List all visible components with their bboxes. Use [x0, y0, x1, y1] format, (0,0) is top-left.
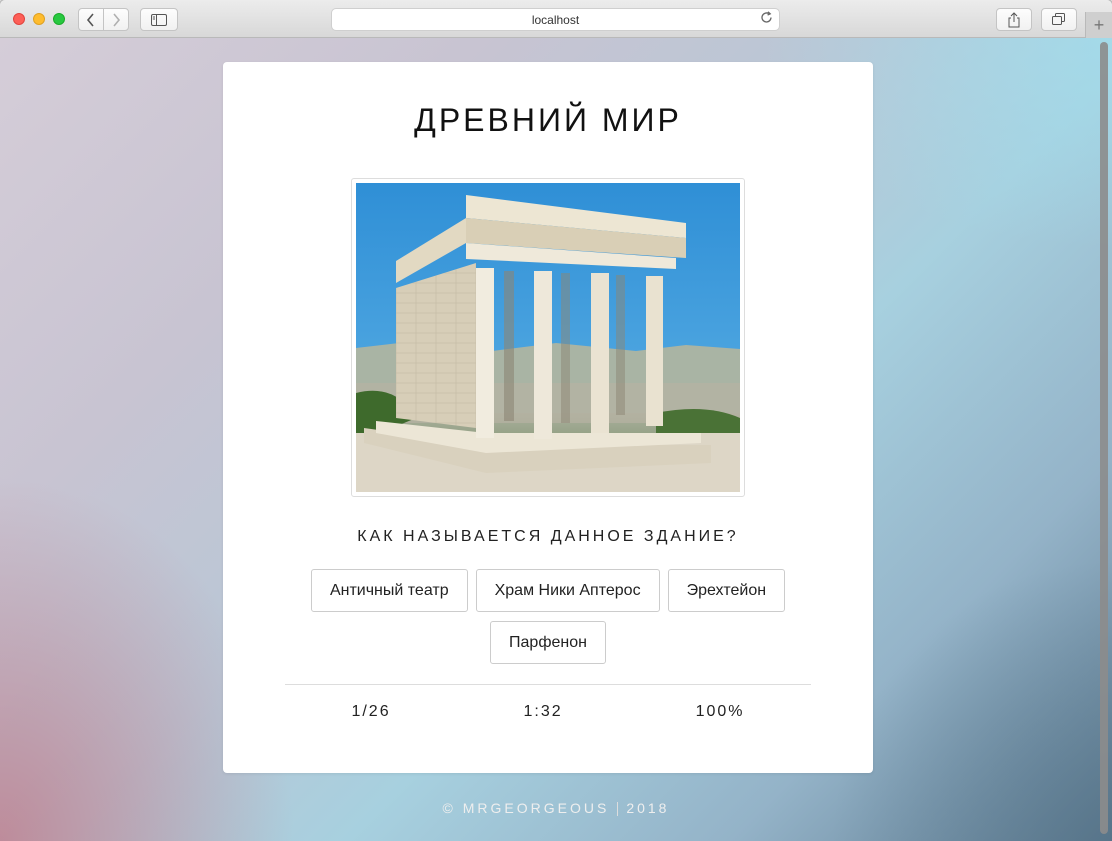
new-tab-button[interactable]: + — [1085, 12, 1112, 38]
timer: 1:32 — [523, 703, 563, 720]
question-progress: 1/26 — [351, 703, 391, 720]
answer-button-temple-of-nike[interactable]: Храм Ники Аптерос — [475, 569, 660, 612]
sidebar-toggle-button[interactable] — [140, 8, 178, 31]
footer-year: 2018 — [626, 800, 670, 816]
question-text: КАК НАЗЫВАЕТСЯ ДАННОЕ ЗДАНИЕ? — [357, 528, 739, 545]
footer: © MRGEORGEOUS 2018 — [0, 800, 1112, 817]
footer-copyright: © MRGEORGEOUS — [442, 800, 610, 816]
address-text: localhost — [531, 12, 580, 27]
temple-photo — [356, 183, 740, 492]
answer-options: Античный театр Храм Ники Аптерос Эрехтей… — [293, 569, 803, 664]
browser-toolbar: localhost + — [0, 0, 1112, 38]
stats-divider — [285, 684, 811, 685]
sidebar-icon — [151, 13, 167, 26]
reload-icon[interactable] — [760, 11, 773, 27]
share-icon — [1008, 11, 1020, 27]
tab-overview-button[interactable] — [1041, 8, 1077, 31]
tabs-icon — [1052, 13, 1065, 25]
minimize-window-button[interactable] — [33, 13, 45, 25]
answer-button-ancient-theatre[interactable]: Античный театр — [310, 569, 468, 612]
back-button[interactable] — [78, 8, 104, 31]
footer-separator — [617, 802, 619, 817]
question-image-frame — [351, 178, 745, 497]
temple-illustration — [356, 195, 740, 492]
chevron-left-icon — [86, 12, 94, 27]
plus-icon: + — [1093, 14, 1105, 35]
share-button[interactable] — [996, 8, 1032, 31]
forward-button[interactable] — [103, 8, 129, 31]
score: 100% — [695, 703, 745, 720]
chevron-right-icon — [113, 12, 121, 27]
quiz-card: ДРЕВНИЙ МИР КАК НАЗЫВАЕТСЯ ДАННОЕ ЗДАНИЕ… — [223, 62, 873, 773]
close-window-button[interactable] — [13, 13, 25, 25]
quiz-stats: 1/26 1:32 100% — [285, 703, 811, 721]
browser-window: localhost + ДРЕВНИЙ МИР КАК НАЗЫВАЕТСЯ Д… — [0, 0, 1112, 841]
address-bar[interactable]: localhost — [331, 8, 780, 31]
page-scrollbar[interactable] — [1100, 42, 1108, 834]
answer-button-parthenon[interactable]: Парфенон — [490, 621, 606, 664]
maximize-window-button[interactable] — [53, 13, 65, 25]
page-title: ДРЕВНИЙ МИР — [414, 102, 682, 138]
page-viewport: ДРЕВНИЙ МИР КАК НАЗЫВАЕТСЯ ДАННОЕ ЗДАНИЕ… — [0, 38, 1112, 841]
answer-button-erechtheion[interactable]: Эрехтейон — [667, 569, 786, 612]
